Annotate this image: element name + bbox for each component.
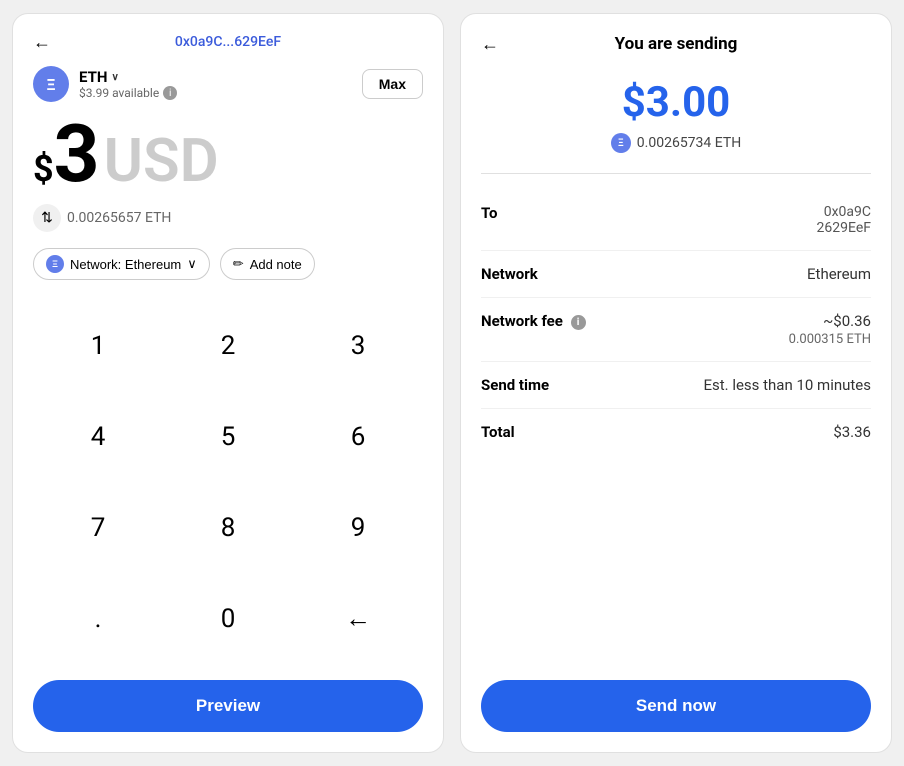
numpad-key-4[interactable]: 4	[33, 391, 163, 482]
confirm-back-button[interactable]: ←	[481, 34, 499, 55]
token-chevron-icon: ∨	[111, 72, 118, 83]
fee-label: Network fee i	[481, 312, 586, 330]
to-label: To	[481, 204, 498, 222]
send-amount-section: $3.00 Ξ 0.00265734 ETH	[481, 78, 871, 174]
send-time-row: Send time Est. less than 10 minutes	[481, 362, 871, 409]
confirm-eth-icon: Ξ	[611, 133, 631, 153]
token-name-row[interactable]: ETH ∨	[79, 68, 177, 86]
confirm-header: ← You are sending	[481, 34, 871, 54]
add-note-label: Add note	[250, 257, 302, 272]
eth-equiv-row: ⇅ 0.00265657 ETH	[33, 204, 423, 232]
numpad-key-dot[interactable]: .	[33, 573, 163, 664]
token-row: Ξ ETH ∨ $3.99 available i Max	[33, 66, 423, 102]
send-eth-amount: 0.00265734 ETH	[637, 135, 741, 151]
numpad-key-1[interactable]: 1	[33, 300, 163, 391]
panel1-header: ← 0x0a9C...629EeF	[33, 34, 423, 50]
swap-icon[interactable]: ⇅	[33, 204, 61, 232]
balance-info-icon[interactable]: i	[163, 86, 177, 100]
to-address-line2: 2629EeF	[817, 220, 871, 236]
amount-unit: USD	[104, 125, 219, 196]
total-row: Total $3.36	[481, 409, 871, 455]
numpad-key-0[interactable]: 0	[163, 573, 293, 664]
add-note-button[interactable]: ✏ Add note	[220, 248, 315, 280]
eth-equivalent: 0.00265657 ETH	[67, 210, 171, 226]
token-name-label: ETH	[79, 68, 107, 86]
numpad-key-7[interactable]: 7	[33, 482, 163, 573]
options-row: Ξ Network: Ethereum ∨ ✏ Add note	[33, 248, 423, 280]
to-address-line1: 0x0a9C	[824, 204, 871, 220]
send-panel: ← 0x0a9C...629EeF Ξ ETH ∨ $3.99 availabl…	[12, 13, 444, 753]
confirm-panel: ← You are sending $3.00 Ξ 0.00265734 ETH…	[460, 13, 892, 753]
amount-value: 3	[54, 114, 100, 194]
network-row: Network Ethereum	[481, 251, 871, 298]
details-section: To 0x0a9C 2629EeF Network Ethereum Netwo…	[481, 190, 871, 664]
numpad: 1 2 3 4 5 6 7 8 9 . 0 ←	[33, 300, 423, 664]
address-display[interactable]: 0x0a9C...629EeF	[175, 34, 281, 50]
numpad-key-backspace[interactable]: ←	[293, 573, 423, 664]
fee-eth-value: 0.000315 ETH	[789, 332, 871, 347]
to-address-block: 0x0a9C 2629EeF	[817, 204, 871, 236]
fee-row: Network fee i ~$0.36 0.000315 ETH	[481, 298, 871, 362]
fee-value-block: ~$0.36 0.000315 ETH	[789, 312, 871, 347]
network-button[interactable]: Ξ Network: Ethereum ∨	[33, 248, 210, 280]
numpad-key-5[interactable]: 5	[163, 391, 293, 482]
fee-usd-value: ~$0.36	[823, 312, 871, 330]
network-detail-value: Ethereum	[807, 265, 871, 283]
numpad-key-9[interactable]: 9	[293, 482, 423, 573]
confirm-title: You are sending	[615, 34, 738, 54]
send-eth-row: Ξ 0.00265734 ETH	[481, 133, 871, 153]
network-chevron-icon: ∨	[187, 256, 197, 272]
numpad-key-8[interactable]: 8	[163, 482, 293, 573]
currency-sign: $	[33, 148, 54, 190]
send-time-value: Est. less than 10 minutes	[703, 376, 871, 394]
send-usd-amount: $3.00	[481, 78, 871, 127]
network-detail-label: Network	[481, 265, 538, 283]
back-button[interactable]: ←	[33, 32, 51, 53]
send-time-label: Send time	[481, 376, 549, 394]
token-info: Ξ ETH ∨ $3.99 available i	[33, 66, 177, 102]
numpad-key-2[interactable]: 2	[163, 300, 293, 391]
fee-info-icon[interactable]: i	[571, 315, 586, 330]
token-balance: $3.99 available i	[79, 86, 177, 100]
max-button[interactable]: Max	[362, 69, 423, 99]
pencil-icon: ✏	[233, 256, 244, 272]
token-details: ETH ∨ $3.99 available i	[79, 68, 177, 100]
eth-token-icon: Ξ	[33, 66, 69, 102]
preview-button[interactable]: Preview	[33, 680, 423, 732]
numpad-key-3[interactable]: 3	[293, 300, 423, 391]
to-row: To 0x0a9C 2629EeF	[481, 190, 871, 251]
total-label: Total	[481, 423, 515, 441]
network-label: Network: Ethereum	[70, 257, 181, 272]
numpad-key-6[interactable]: 6	[293, 391, 423, 482]
network-eth-icon: Ξ	[46, 255, 64, 273]
total-value: $3.36	[833, 423, 871, 441]
amount-display: $ 3 USD	[33, 114, 423, 196]
send-now-button[interactable]: Send now	[481, 680, 871, 732]
